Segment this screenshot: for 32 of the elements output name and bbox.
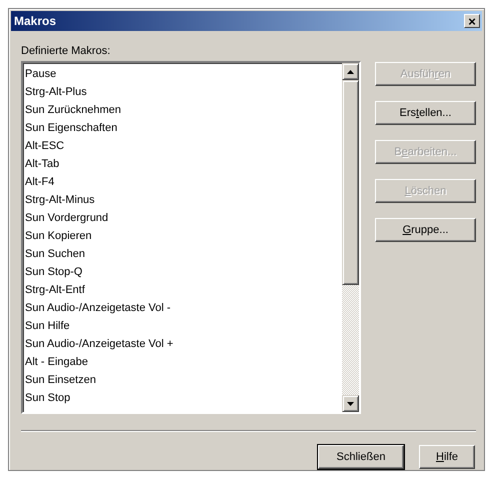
macro-item[interactable]: Sun Eigenschaften [25,119,342,137]
macro-item[interactable]: Strg-Alt-Entf [25,281,342,299]
dialog-button[interactable]: Gruppe... [375,218,476,242]
macro-item[interactable]: Sun Stop [25,389,342,407]
macro-item[interactable]: Sun Audio-/Anzeigetaste Vol + [25,335,342,353]
macro-item[interactable]: Sun Zurücknehmen [25,101,342,119]
up-arrow-icon [347,70,354,74]
window-title: Makros [14,13,56,30]
scroll-up-button[interactable] [342,63,359,80]
dialog-button[interactable]: Schließen [318,445,404,469]
scroll-down-button[interactable] [342,395,359,412]
macro-item[interactable]: Sun Einsetzen [25,371,342,389]
macro-item[interactable]: Sun Stop-Q [25,263,342,281]
macro-item[interactable]: Sun Kopieren [25,227,342,245]
dialog-button[interactable]: Erstellen... [375,101,476,125]
dialog-button[interactable]: Hilfe [419,445,475,469]
macro-item[interactable]: Sun Vordergrund [25,209,342,227]
macro-item[interactable]: Sun Hilfe [25,317,342,335]
macro-item[interactable]: Alt-ESC [25,137,342,155]
macro-item[interactable]: Alt-Tab [25,155,342,173]
macro-item[interactable]: Alt-F4 [25,173,342,191]
macro-item[interactable]: Sun Audio-/Anzeigetaste Vol - [25,299,342,317]
scroll-thumb[interactable] [342,80,359,285]
down-arrow-icon [347,402,354,406]
macro-item[interactable]: Pause [25,65,342,83]
scrollbar[interactable] [342,63,359,412]
macro-item[interactable]: Strg-Alt-Minus [25,191,342,209]
list-label: Definierte Makros: [21,45,112,58]
close-button[interactable]: × [464,14,480,28]
macro-item[interactable]: Alt - Eingabe [25,353,342,371]
macro-item[interactable]: Strg-Alt-Plus [25,83,342,101]
macro-item[interactable]: Sun Suchen [25,245,342,263]
